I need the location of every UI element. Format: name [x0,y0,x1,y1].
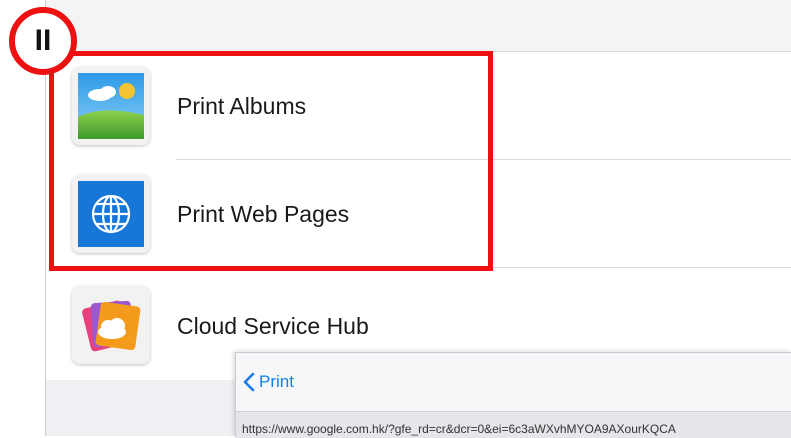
url-bar[interactable]: https://www.google.com.hk/?gfe_rd=cr&dcr… [236,411,791,438]
top-toolbar-area [0,0,791,52]
back-button-label: Print [259,372,294,391]
web-print-preview-panel: Print https://www.google.com.hk/?gfe_rd=… [235,352,791,438]
step-badge: II [9,7,77,75]
highlight-annotation-box [49,51,493,271]
cloud-icon [72,286,150,364]
chevron-left-icon [243,372,255,392]
url-text: https://www.google.com.hk/?gfe_rd=cr&dcr… [242,422,676,436]
back-button[interactable]: Print [242,372,294,392]
navigation-bar: Print [236,353,791,411]
